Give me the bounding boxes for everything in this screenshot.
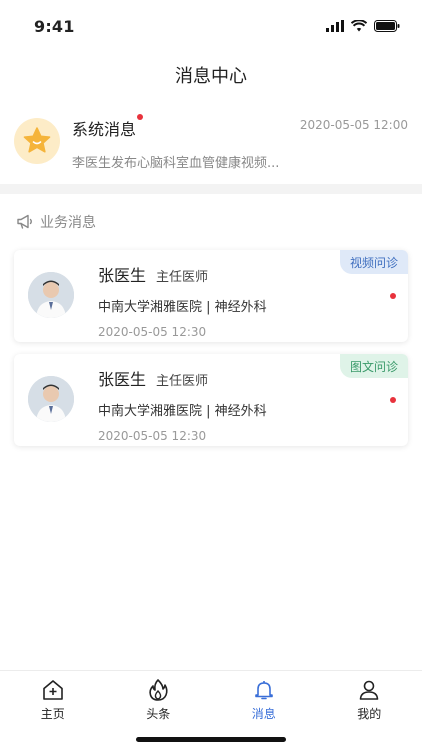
unread-dot (390, 293, 396, 299)
tab-profile[interactable]: 我的 (317, 671, 422, 729)
system-avatar (14, 118, 60, 164)
tab-home[interactable]: 主页 (0, 671, 106, 729)
status-icons (326, 20, 400, 32)
nav-bar: 消息中心 (0, 52, 422, 98)
section-header: 业务消息 (0, 194, 422, 250)
unread-dot (390, 397, 396, 403)
home-indicator (136, 737, 286, 742)
status-bar: 9:41 (0, 0, 422, 52)
tab-label: 主页 (40, 707, 65, 721)
status-time: 9:41 (34, 16, 75, 36)
consult-card[interactable]: 张医生 主任医师 中南大学湘雅医院 | 神经外科 2020-05-05 12:3… (14, 250, 408, 342)
doctor-avatar (28, 272, 74, 318)
unread-dot (137, 114, 144, 120)
page-title: 消息中心 (175, 66, 247, 87)
consult-card[interactable]: 张医生 主任医师 中南大学湘雅医院 | 神经外科 2020-05-05 12:3… (14, 354, 408, 446)
person-icon (359, 680, 379, 700)
doctor-hospital: 中南大学湘雅医院 | 神经外科 (98, 300, 267, 315)
bell-icon (254, 681, 273, 700)
doctor-hospital: 中南大学湘雅医院 | 神经外科 (98, 404, 267, 419)
section-title: 业务消息 (40, 215, 96, 231)
message-time: 2020-05-05 12:30 (98, 429, 207, 443)
system-time: 2020-05-05 12:00 (299, 118, 408, 132)
system-message-item[interactable]: 系统消息 2020-05-05 12:00 李医生发布心脑科室血管健康视频... (0, 98, 422, 184)
megaphone-icon (17, 214, 32, 229)
home-icon (42, 680, 63, 700)
tab-messages[interactable]: 消息 (211, 671, 317, 729)
flame-icon (149, 679, 168, 701)
tab-label: 我的 (357, 707, 382, 721)
tab-headlines[interactable]: 头条 (106, 671, 212, 729)
tab-label: 消息 (251, 707, 276, 721)
doctor-title: 主任医师 (156, 270, 209, 285)
wifi-icon (351, 20, 367, 32)
system-title: 系统消息 (72, 114, 144, 140)
battery-icon (374, 20, 400, 32)
star-icon (23, 127, 51, 153)
tab-label: 头条 (146, 707, 171, 721)
doctor-name: 张医生 (98, 370, 147, 389)
doctor-avatar (28, 376, 74, 422)
message-time: 2020-05-05 12:30 (98, 325, 207, 339)
system-desc: 李医生发布心脑科室血管健康视频... (72, 156, 280, 171)
doctor-title: 主任医师 (156, 374, 209, 389)
consult-type-badge: 视频问诊 (339, 250, 408, 274)
doctor-name: 张医生 (98, 266, 147, 285)
signal-icon (326, 20, 344, 32)
consult-type-badge: 图文问诊 (339, 354, 408, 378)
section-divider (0, 184, 422, 194)
